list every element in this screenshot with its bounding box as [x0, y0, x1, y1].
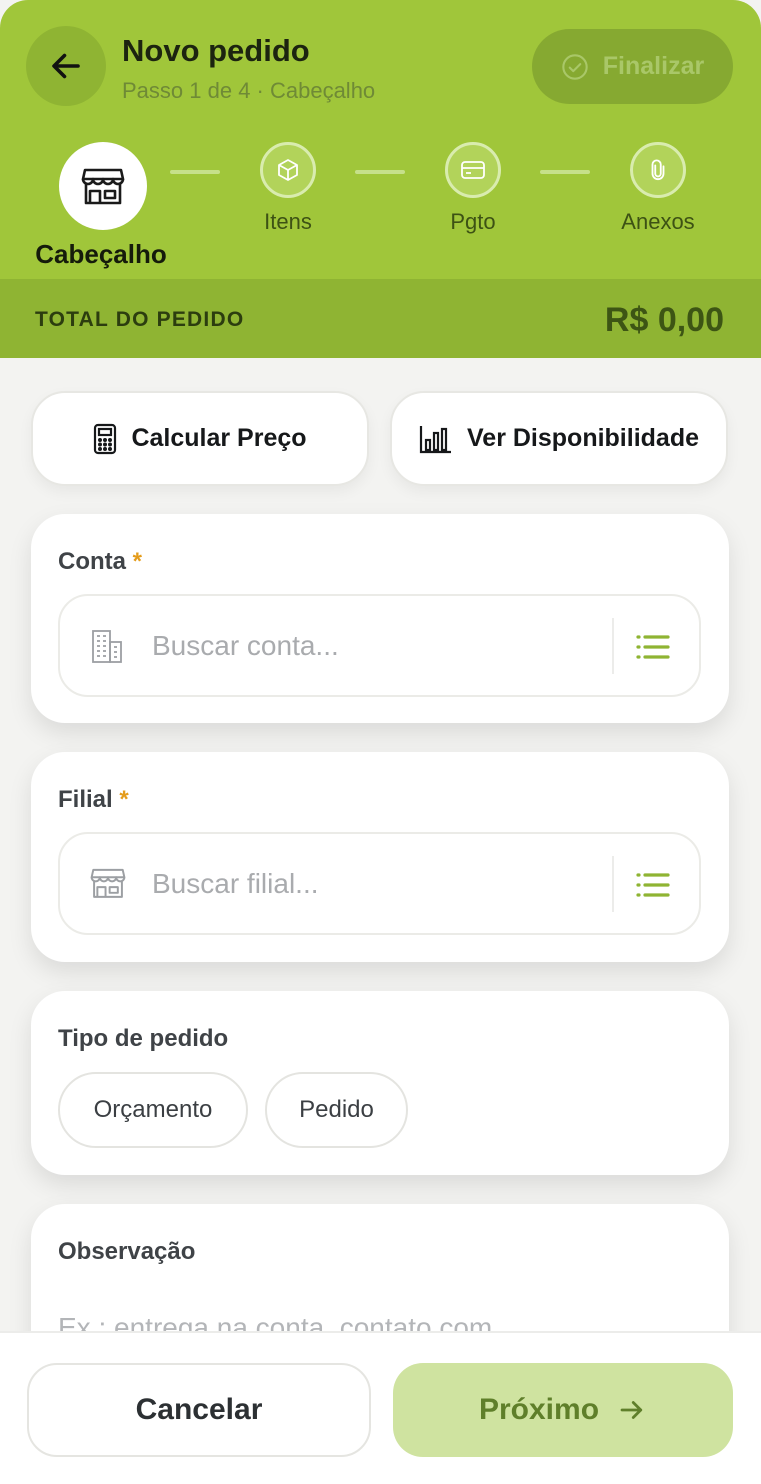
step-connector — [170, 170, 220, 174]
step-itens[interactable] — [260, 142, 316, 198]
step-connector — [355, 170, 405, 174]
branch-list-button[interactable] — [628, 860, 678, 910]
cancel-button[interactable]: Cancelar — [27, 1363, 371, 1457]
step-label-cabecalho: Cabeçalho — [35, 239, 167, 269]
branch-card: Filial * — [31, 752, 729, 962]
card-icon — [461, 161, 485, 179]
bar-chart-icon — [419, 425, 451, 453]
step-label-itens: Itens — [264, 209, 312, 234]
order-type-label: Tipo de pedido — [58, 1025, 229, 1052]
required-mark: * — [132, 548, 143, 575]
notes-label: Observação — [58, 1238, 196, 1265]
paperclip-icon — [651, 159, 665, 180]
account-label: Conta * — [58, 548, 142, 576]
arrow-left-icon — [52, 53, 80, 79]
header-bar: Novo pedido Passo 1 de 4 · Cabeçalho Fin… — [0, 0, 761, 358]
account-search-input[interactable] — [152, 626, 582, 666]
account-card: Conta * — [31, 514, 729, 723]
arrow-right-icon — [620, 1401, 643, 1419]
total-label: TOTAL DO PEDIDO — [35, 308, 245, 331]
footer-bar: Cancelar Próximo — [0, 1331, 761, 1484]
account-list-button[interactable] — [628, 622, 678, 672]
calculate-price-label: Calcular Preço — [131, 424, 307, 452]
list-icon — [636, 873, 670, 897]
store-icon — [81, 168, 125, 205]
finalize-label: Finalizar — [602, 52, 705, 80]
calculator-icon — [94, 423, 117, 454]
branch-label: Filial * — [58, 786, 129, 814]
finalize-button[interactable]: Finalizar — [532, 29, 733, 104]
back-button[interactable] — [26, 26, 106, 106]
branch-label-text: Filial — [58, 786, 113, 813]
order-type-option-pedido[interactable]: Pedido — [265, 1072, 408, 1148]
order-type-option-orcamento[interactable]: Orçamento — [58, 1072, 248, 1148]
branch-search-input[interactable] — [152, 864, 582, 904]
step-anexos[interactable] — [630, 142, 686, 198]
step-cabecalho[interactable] — [59, 142, 147, 230]
required-mark: * — [119, 786, 129, 813]
step-label-pgto: Pgto — [450, 209, 496, 234]
list-icon — [636, 635, 670, 659]
field-divider — [612, 856, 614, 912]
account-search-field[interactable] — [58, 594, 701, 697]
step-connector — [540, 170, 590, 174]
calculate-price-button[interactable]: Calcular Preço — [31, 391, 369, 486]
box-icon — [278, 159, 298, 181]
page-subtitle: Passo 1 de 4 · Cabeçalho — [122, 78, 376, 103]
branch-search-field[interactable] — [58, 832, 701, 935]
next-button[interactable]: Próximo — [393, 1363, 733, 1457]
check-availability-label: Ver Disponibilidade — [467, 424, 699, 452]
building-icon — [92, 630, 122, 663]
account-label-text: Conta — [58, 548, 126, 575]
field-divider — [612, 618, 614, 674]
next-label: Próximo — [478, 1393, 600, 1426]
step-label-anexos: Anexos — [621, 209, 695, 234]
page-title: Novo pedido — [122, 33, 310, 68]
order-type-card: Tipo de pedido Orçamento Pedido — [31, 991, 729, 1175]
step-pgto[interactable] — [445, 142, 501, 198]
check-circle-icon — [562, 53, 588, 80]
check-availability-button[interactable]: Ver Disponibilidade — [390, 391, 728, 486]
total-value: R$ 0,00 — [604, 301, 724, 339]
store-icon — [90, 868, 126, 898]
